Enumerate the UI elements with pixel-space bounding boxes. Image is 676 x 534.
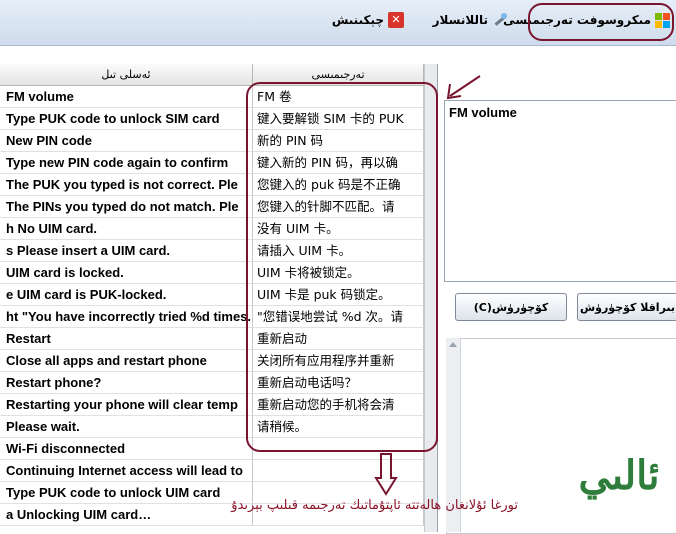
check-button[interactable]: ✕ چېكىنىش [332,10,404,30]
source-cell[interactable]: The PUK you typed is not correct. Ple [0,174,253,196]
source-cell[interactable]: New PIN code [0,130,253,152]
source-cell[interactable]: FM volume [0,86,253,108]
translation-cell[interactable] [253,460,424,482]
source-cell[interactable]: e UIM card is PUK-locked. [0,284,253,306]
source-cell[interactable]: Close all apps and restart phone [0,350,253,372]
source-cell[interactable]: Please wait. [0,416,253,438]
source-cell[interactable]: s Please insert a UIM card. [0,240,253,262]
source-cell[interactable]: Type PUK code to unlock SIM card [0,108,253,130]
table-row[interactable]: Continuing Internet access will lead to [0,460,437,482]
scroll-up-arrow-icon[interactable] [449,342,457,347]
logo-calligraphy: ئالىي [578,451,660,499]
annotation-highlight-toolbar [528,3,674,41]
annotation-arrow-icon [446,75,481,100]
copy-all-button[interactable]: بىراقلا كۆچۈرۈش [577,293,676,321]
source-cell[interactable]: Restart phone? [0,372,253,394]
source-cell[interactable]: UIM card is locked. [0,262,253,284]
source-cell[interactable]: Wi-Fi disconnected [0,438,253,460]
annotation-down-arrow-icon [374,453,398,496]
site-logo: ئالىي [566,428,672,522]
source-cell[interactable]: Restart [0,328,253,350]
source-cell[interactable]: h No UIM card. [0,218,253,240]
copy-button[interactable]: كۆچۈرۈش(C) [455,293,567,321]
annotation-highlight-translations [246,82,438,452]
source-cell[interactable]: The PINs you typed do not match. Ple [0,196,253,218]
source-cell[interactable]: ht "You have incorrectly tried %d times. [0,306,253,328]
source-cell[interactable]: Restarting your phone will clear temp [0,394,253,416]
source-cell[interactable]: Continuing Internet access will lead to [0,460,253,482]
select-all-label: تاللانسلار [432,13,488,27]
source-text-box[interactable]: FM volume [444,100,676,282]
close-x-icon: ✕ [388,12,404,28]
annotation-caption: تورغا ئۇلانغان ھالەتتە ئاپتۇماتىك تەرجىم… [231,498,518,513]
source-cell[interactable]: Type new PIN code again to confirm [0,152,253,174]
source-text: FM volume [449,105,517,120]
check-label: چېكىنىش [331,13,384,27]
magic-wand-icon [492,12,508,28]
source-column-header[interactable]: ئەسلى تىل [0,64,253,85]
select-all-button[interactable]: تاللانسلار [433,10,508,30]
